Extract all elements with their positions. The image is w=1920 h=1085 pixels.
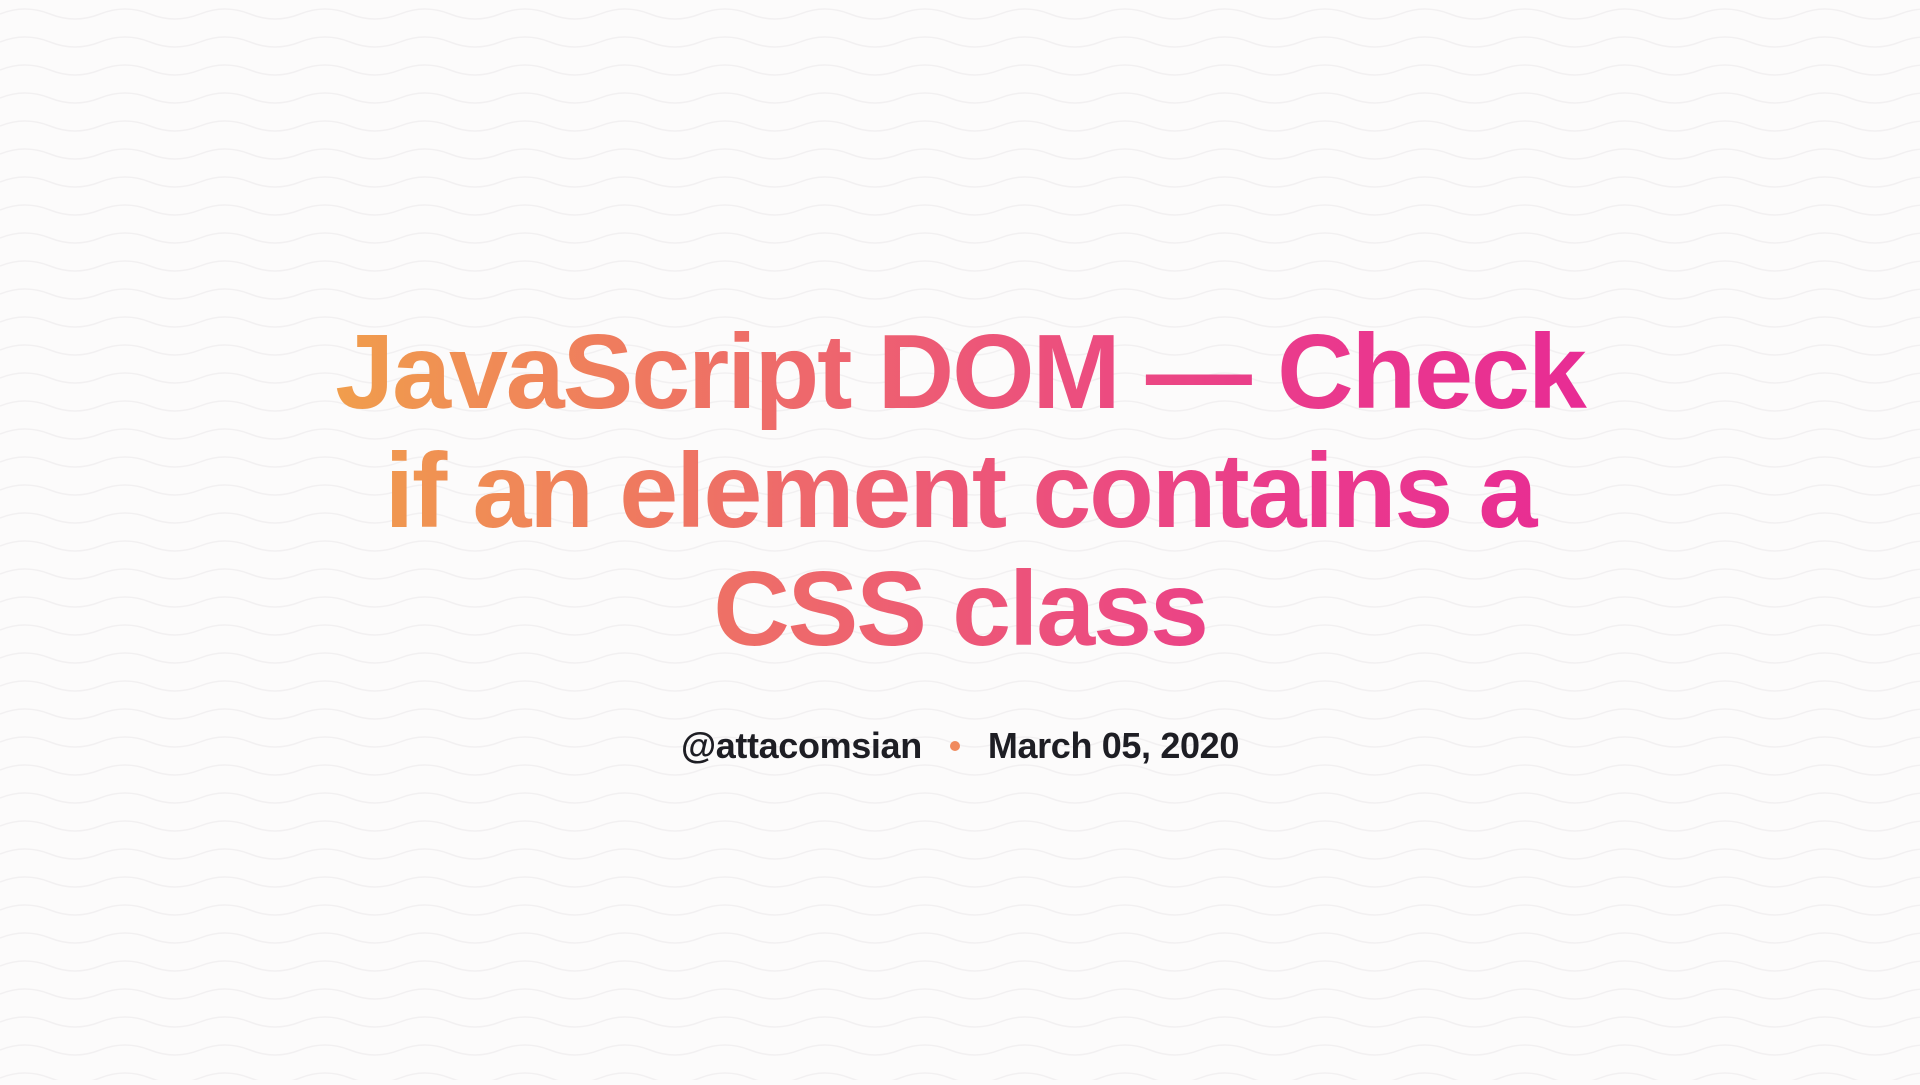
separator-dot-icon <box>950 741 960 751</box>
article-title: JavaScript DOM — Check if an element con… <box>300 313 1620 669</box>
article-meta: @attacomsian March 05, 2020 <box>300 725 1620 767</box>
card-content: JavaScript DOM — Check if an element con… <box>260 313 1660 767</box>
publish-date: March 05, 2020 <box>988 725 1239 767</box>
author-handle: @attacomsian <box>681 725 922 767</box>
